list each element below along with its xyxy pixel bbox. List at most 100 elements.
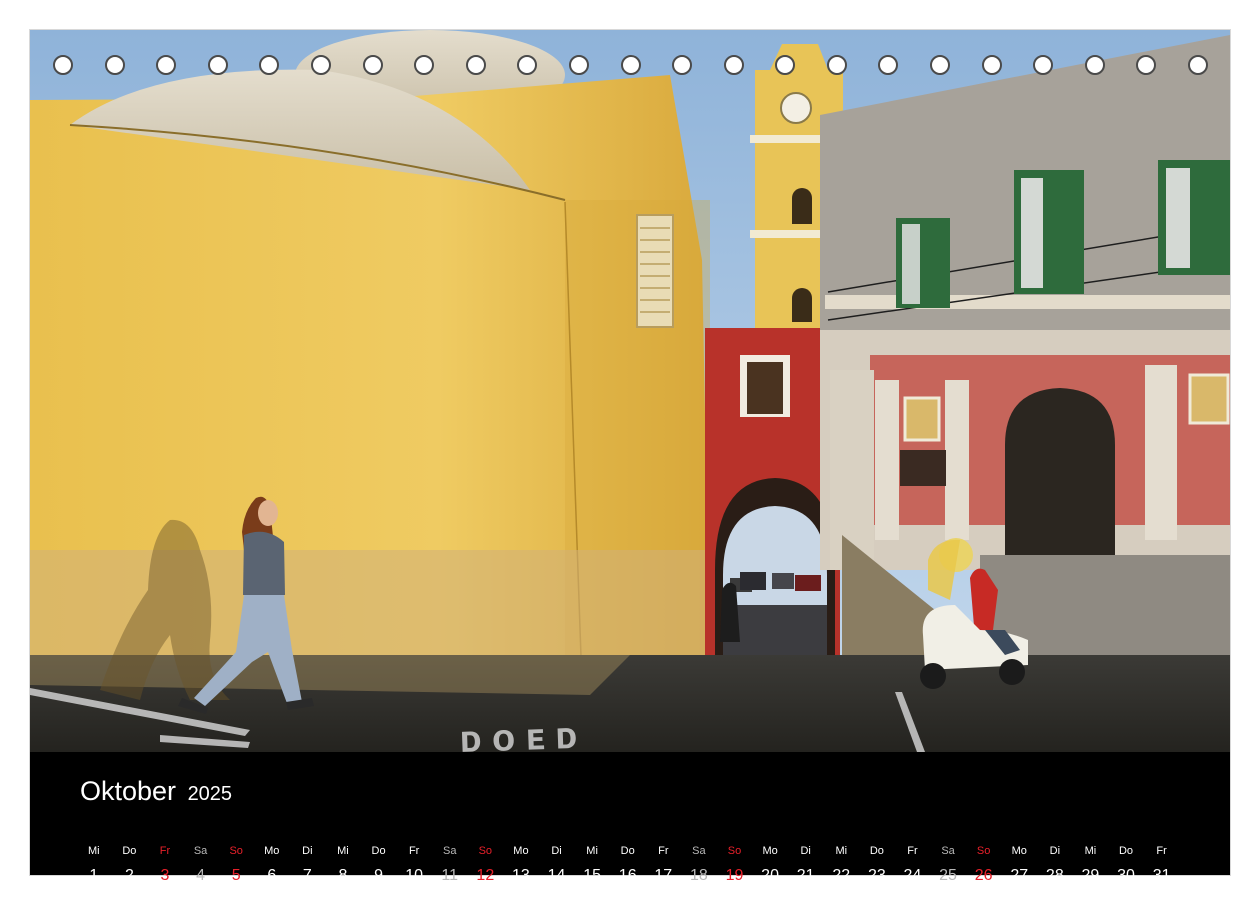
day-cell: Mi 1: [76, 844, 112, 886]
binding-hole: [517, 55, 538, 75]
day-cell: Sa 4: [183, 844, 219, 886]
weekday-label: Do: [122, 845, 137, 857]
day-number: 23: [867, 867, 886, 884]
binding-holes: [53, 55, 1208, 79]
day-number: 11: [441, 867, 459, 884]
day-cell: Sa 18: [681, 844, 717, 886]
weekday-label: Do: [620, 845, 635, 857]
day-cell: Sa 11: [432, 844, 468, 886]
binding-hole: [207, 55, 228, 75]
day-number: 31: [1152, 867, 1171, 884]
binding-hole: [362, 55, 383, 75]
street-scene-illustration: ᴅ ᴏ ᴇ ᴅ: [30, 30, 1230, 752]
day-cell: Di 14: [539, 844, 575, 886]
day-cell: Mo 27: [1001, 844, 1037, 886]
binding-hole: [568, 55, 589, 75]
binding-hole: [930, 55, 951, 75]
weekday-label: Do: [869, 845, 884, 857]
binding-hole: [259, 55, 280, 75]
day-number: 19: [725, 867, 744, 884]
binding-hole: [775, 55, 796, 75]
month-title: Oktober 2025: [80, 776, 232, 809]
binding-hole: [104, 55, 125, 75]
day-number: 20: [761, 867, 779, 884]
weekday-label: Sa: [193, 845, 208, 857]
weekday-label: Mo: [513, 845, 529, 857]
calendar-photo: ᴅ ᴏ ᴇ ᴅ: [30, 30, 1230, 752]
day-number: 5: [231, 867, 241, 884]
day-cell: So 26: [966, 844, 1002, 886]
binding-hole: [310, 55, 331, 75]
day-cell: So 5: [218, 844, 254, 886]
weekday-label: Fr: [658, 845, 669, 857]
binding-hole: [826, 55, 847, 75]
weekday-label: Fr: [907, 845, 918, 857]
day-cell: Mi 15: [574, 844, 610, 886]
month-name: Oktober: [80, 776, 177, 806]
day-cell: Fr 17: [646, 844, 682, 886]
day-cell: So 19: [717, 844, 753, 886]
day-cell: Sa 25: [930, 844, 966, 886]
weekday-label: Fr: [1156, 845, 1167, 857]
binding-hole: [723, 55, 744, 75]
weekday-label: So: [229, 845, 243, 857]
day-cell: Di 21: [788, 844, 824, 886]
binding-hole: [156, 55, 177, 75]
day-number: 10: [405, 867, 424, 884]
day-number: 30: [1117, 867, 1135, 884]
weekday-label: Do: [371, 845, 386, 857]
day-cell: Mi 29: [1073, 844, 1109, 886]
day-cell: Mo 6: [254, 844, 290, 886]
calendar-month-bar: Oktober 2025 Mi 1 Do 2 Fr 3 Sa 4 So 5 Mo 6 Di 7 Mi 8 Do 9…: [30, 752, 1230, 884]
binding-hole: [981, 55, 1002, 75]
day-cell: Do 23: [859, 844, 895, 886]
day-number: 6: [267, 867, 277, 884]
binding-hole: [620, 55, 641, 75]
weekday-label: Mi: [1084, 845, 1097, 857]
day-number: 25: [939, 867, 957, 884]
weekday-label: Mi: [337, 845, 349, 857]
binding-hole: [465, 55, 486, 75]
day-cell: Mi 8: [325, 844, 361, 886]
calendar-page: ᴅ ᴏ ᴇ ᴅ Oktober 2025 Mi 1 Do 2 Fr 3 Sa 4…: [30, 30, 1230, 884]
day-number: 16: [618, 867, 637, 884]
day-number: 9: [374, 867, 383, 884]
day-number: 7: [302, 867, 312, 884]
day-cell: Do 9: [361, 844, 397, 886]
weekday-label: So: [727, 845, 742, 857]
day-number: 1: [89, 867, 99, 884]
weekday-label: So: [976, 845, 991, 857]
day-cell: Fr 31: [1144, 844, 1180, 886]
weekday-label: Di: [1049, 845, 1061, 857]
binding-hole: [878, 55, 899, 75]
day-number: 24: [903, 867, 922, 884]
day-cell: Fr 3: [147, 844, 183, 886]
svg-text:ᴅ ᴏ ᴇ ᴅ: ᴅ ᴏ ᴇ ᴅ: [459, 715, 578, 752]
month-year: 2025: [187, 783, 233, 805]
binding-hole: [1033, 55, 1054, 75]
weekday-label: Di: [551, 845, 562, 857]
day-number: 22: [832, 867, 851, 884]
day-number: 29: [1081, 867, 1100, 884]
day-number: 26: [974, 867, 993, 884]
weekday-label: So: [478, 845, 493, 857]
day-number: 27: [1010, 867, 1029, 884]
day-cell: Di 28: [1037, 844, 1073, 886]
weekday-label: Mi: [835, 845, 848, 857]
day-number: 8: [338, 867, 348, 884]
day-number: 28: [1045, 867, 1064, 884]
binding-hole: [1084, 55, 1105, 75]
day-cell: Mi 22: [823, 844, 859, 886]
weekday-label: Mo: [1011, 845, 1027, 857]
binding-hole: [672, 55, 693, 75]
binding-hole: [414, 55, 435, 75]
day-cell: Mo 20: [752, 844, 788, 886]
weekday-label: Mi: [87, 845, 100, 857]
weekday-label: Fr: [159, 845, 171, 857]
binding-hole: [53, 55, 73, 75]
day-grid: Mi 1 Do 2 Fr 3 Sa 4 So 5 Mo 6 Di 7 Mi 8 Do 9 Fr 10 Sa 11 So 12 M…: [76, 844, 1179, 886]
binding-hole: [1136, 55, 1157, 75]
weekday-label: Di: [800, 845, 811, 857]
day-cell: Mo 13: [503, 844, 539, 886]
weekday-label: Di: [302, 845, 313, 857]
